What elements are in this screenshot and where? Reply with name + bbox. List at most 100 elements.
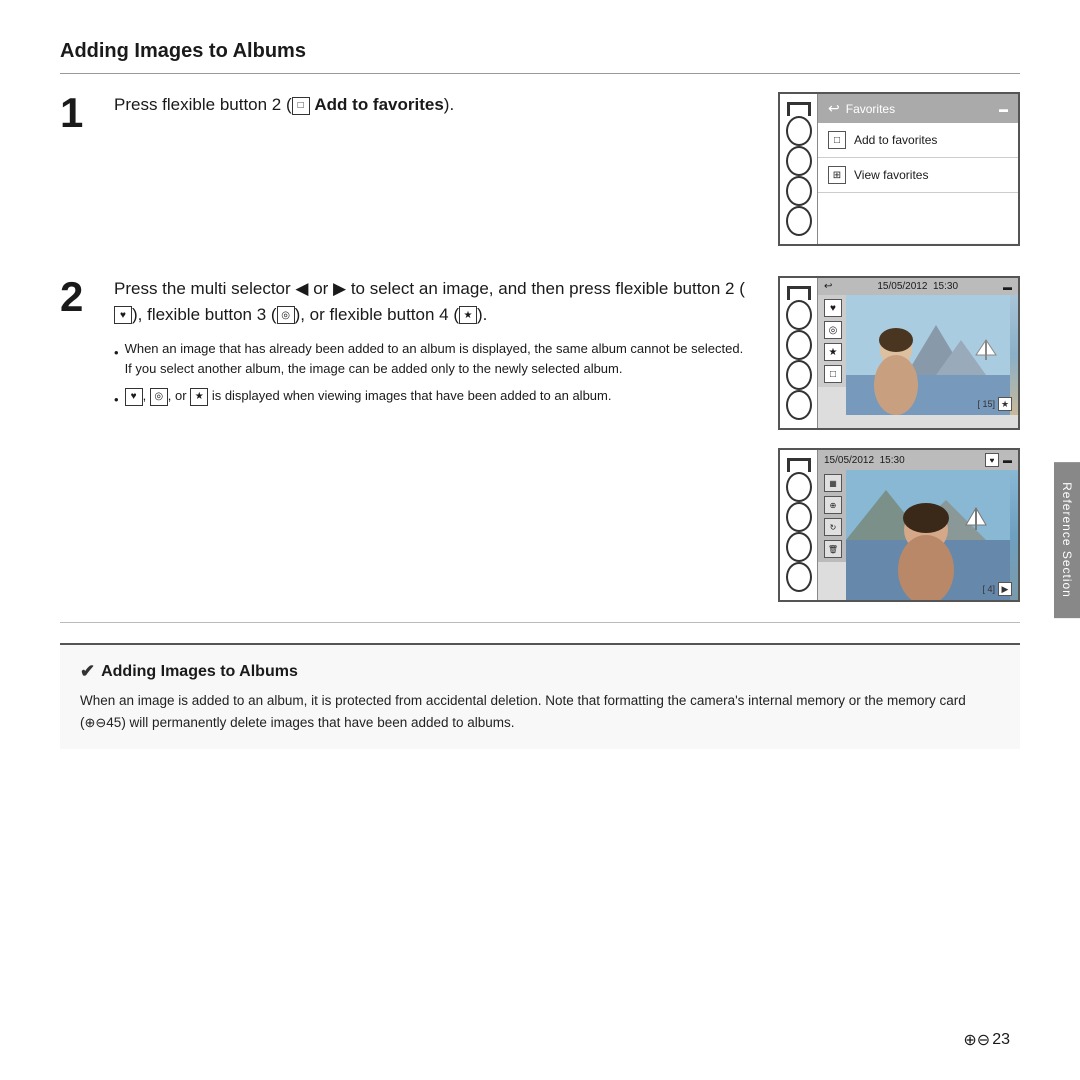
s2-btn-o2 (786, 330, 812, 360)
note-box: ✔ Adding Images to Albums When an image … (60, 643, 1020, 749)
step2-images: ↩ 15/05/2012 15:30 ▬ ♥ ◎ ★ □ (778, 276, 1020, 602)
s3-landscape-svg (846, 470, 1010, 600)
battery-icon: ▬ (999, 104, 1008, 114)
btn3-icon: ◎ (277, 306, 295, 324)
btn2-icon: ♥ (114, 306, 132, 324)
s2-icons-col: ♥ ◎ ★ □ (818, 295, 846, 387)
s2-btn-o1 (786, 300, 812, 330)
page-container: Adding Images to Albums 1 Press flexible… (0, 0, 1080, 1080)
s3-icon3: ↻ (824, 518, 842, 536)
page-title-text: Adding Images to Albums (60, 40, 306, 62)
s2-battery: ▬ (1003, 282, 1012, 292)
s3-header: 15/05/2012 15:30 ♥ ▬ (818, 450, 1018, 470)
s2-icon3: ★ (824, 343, 842, 361)
s3-play-badge: ▶ (998, 582, 1012, 596)
s2-icon1: ♥ (824, 299, 842, 317)
step1-menu-panel: ↩ Favorites ▬ □ Add to favorites ⊞ View … (818, 94, 1018, 244)
sidebar-reference-tab: Reference Section (1054, 462, 1080, 618)
s3-heart-badge: ♥ (985, 453, 999, 467)
note-text: When an image is added to an album, it i… (80, 690, 1000, 733)
step2-cam-ui-1: ↩ 15/05/2012 15:30 ▬ ♥ ◎ ★ □ (778, 276, 1020, 430)
step1-icon: □ (292, 97, 310, 115)
s2-icon4: □ (824, 365, 842, 383)
menu-header-row: ↩ Favorites ▬ (818, 94, 1018, 123)
bullet-item-2: • ♥, ◎, or ★ is displayed when viewing i… (114, 386, 748, 410)
step1-text: Press flexible button 2 (□ Add to favori… (114, 92, 748, 118)
page-number: ⊕⊖ 23 (963, 1030, 1010, 1050)
step2-btn-strip-2 (780, 450, 818, 600)
bullet-text-1: When an image that has already been adde… (125, 339, 748, 378)
step1-image: ↩ Favorites ▬ □ Add to favorites ⊞ View … (778, 92, 1020, 246)
s3-header-icons: ♥ ▬ (985, 453, 1012, 467)
step2-btn-strip-1 (780, 278, 818, 428)
btn-oval-2 (786, 146, 812, 176)
s2-count-num: [ 15] (977, 399, 995, 409)
s3-btn-top (787, 458, 811, 472)
btn-top-bracket (787, 102, 811, 116)
bullet-dot-1: • (114, 343, 119, 363)
s3-count: [ 4] ▶ (982, 582, 1012, 596)
menu-item-view[interactable]: ⊞ View favorites (818, 158, 1018, 193)
s3-btn-o4 (786, 562, 812, 592)
bi-circle-icon: ◎ (150, 388, 168, 406)
step2-content: Press the multi selector ◀ or ▶ to selec… (114, 276, 748, 418)
s3-icon2: ⊕ (824, 496, 842, 514)
step2-text: Press the multi selector ◀ or ▶ to selec… (114, 276, 748, 327)
bi-heart-icon: ♥ (125, 388, 143, 406)
step1-content: Press flexible button 2 (□ Add to favori… (114, 92, 748, 118)
menu-empty-space (818, 193, 1018, 243)
s3-timestamp: 15/05/2012 15:30 (824, 455, 905, 466)
s3-btn-o1 (786, 472, 812, 502)
s3-left-icons: ▦ ⊕ ↻ 🗑 (818, 470, 846, 562)
s2-header: ↩ 15/05/2012 15:30 ▬ (818, 278, 1018, 295)
s3-battery: ▬ (1003, 455, 1012, 465)
s3-photo-area: [ 4] ▶ (846, 470, 1018, 600)
menu-item-add[interactable]: □ Add to favorites (818, 123, 1018, 158)
s3-btn-o3 (786, 532, 812, 562)
bullet-dot-2: • (114, 390, 119, 410)
s2-photo-area: [ 15] ★ (846, 295, 1018, 415)
step2-cam-ui-2: 15/05/2012 15:30 ♥ ▬ ▦ ⊕ ↻ 🗑 (778, 448, 1020, 602)
step1-btn-strip (780, 94, 818, 244)
step1-bold: Add to favorites (314, 95, 443, 114)
note-title-text: Adding Images to Albums (101, 663, 298, 681)
step2-number: 2 (60, 276, 96, 318)
back-icon: ↩ (828, 100, 840, 117)
s2-icon2: ◎ (824, 321, 842, 339)
note-icon-ref: ⊕⊖ (85, 715, 107, 730)
divider (60, 622, 1020, 623)
s2-btn-o3 (786, 360, 812, 390)
sidebar-tab-text: Reference Section (1060, 482, 1074, 598)
page-num-prefix: ⊕⊖ (963, 1030, 990, 1050)
page-title: Adding Images to Albums (60, 40, 1020, 74)
s2-timestamp: 15/05/2012 15:30 (877, 281, 958, 292)
bullet-item-1: • When an image that has already been ad… (114, 339, 748, 378)
btn-oval-3 (786, 176, 812, 206)
view-fav-label: View favorites (854, 168, 928, 182)
step2-section: 2 Press the multi selector ◀ or ▶ to sel… (60, 276, 1020, 602)
s3-icon4: 🗑 (824, 540, 842, 558)
step1-number: 1 (60, 92, 96, 134)
add-fav-icon: □ (828, 131, 846, 149)
step2-screen-1: ↩ 15/05/2012 15:30 ▬ ♥ ◎ ★ □ (818, 278, 1018, 428)
s2-btn-top (787, 286, 811, 300)
s2-count: [ 15] ★ (977, 397, 1012, 411)
s3-count-num: [ 4] (982, 584, 995, 594)
bullet-text-2: ♥, ◎, or ★ is displayed when viewing ima… (125, 386, 612, 406)
s3-btn-o2 (786, 502, 812, 532)
step1-camera-ui: ↩ Favorites ▬ □ Add to favorites ⊞ View … (778, 92, 1020, 246)
page-num-value: 23 (992, 1031, 1010, 1049)
s2-back-icon: ↩ (824, 281, 832, 292)
bullet-list: • When an image that has already been ad… (114, 339, 748, 410)
btn-oval-1 (786, 116, 812, 146)
btn-oval-4 (786, 206, 812, 236)
bi-star-icon: ★ (190, 388, 208, 406)
s2-btn-o4 (786, 390, 812, 420)
step2-screen-2: 15/05/2012 15:30 ♥ ▬ ▦ ⊕ ↻ 🗑 (818, 450, 1018, 600)
s3-icon1: ▦ (824, 474, 842, 492)
add-fav-label: Add to favorites (854, 133, 937, 147)
s2-star-badge: ★ (998, 397, 1012, 411)
checkmark-icon: ✔ (80, 661, 95, 682)
view-fav-icon: ⊞ (828, 166, 846, 184)
step1-section: 1 Press flexible button 2 (□ Add to favo… (60, 92, 1020, 246)
